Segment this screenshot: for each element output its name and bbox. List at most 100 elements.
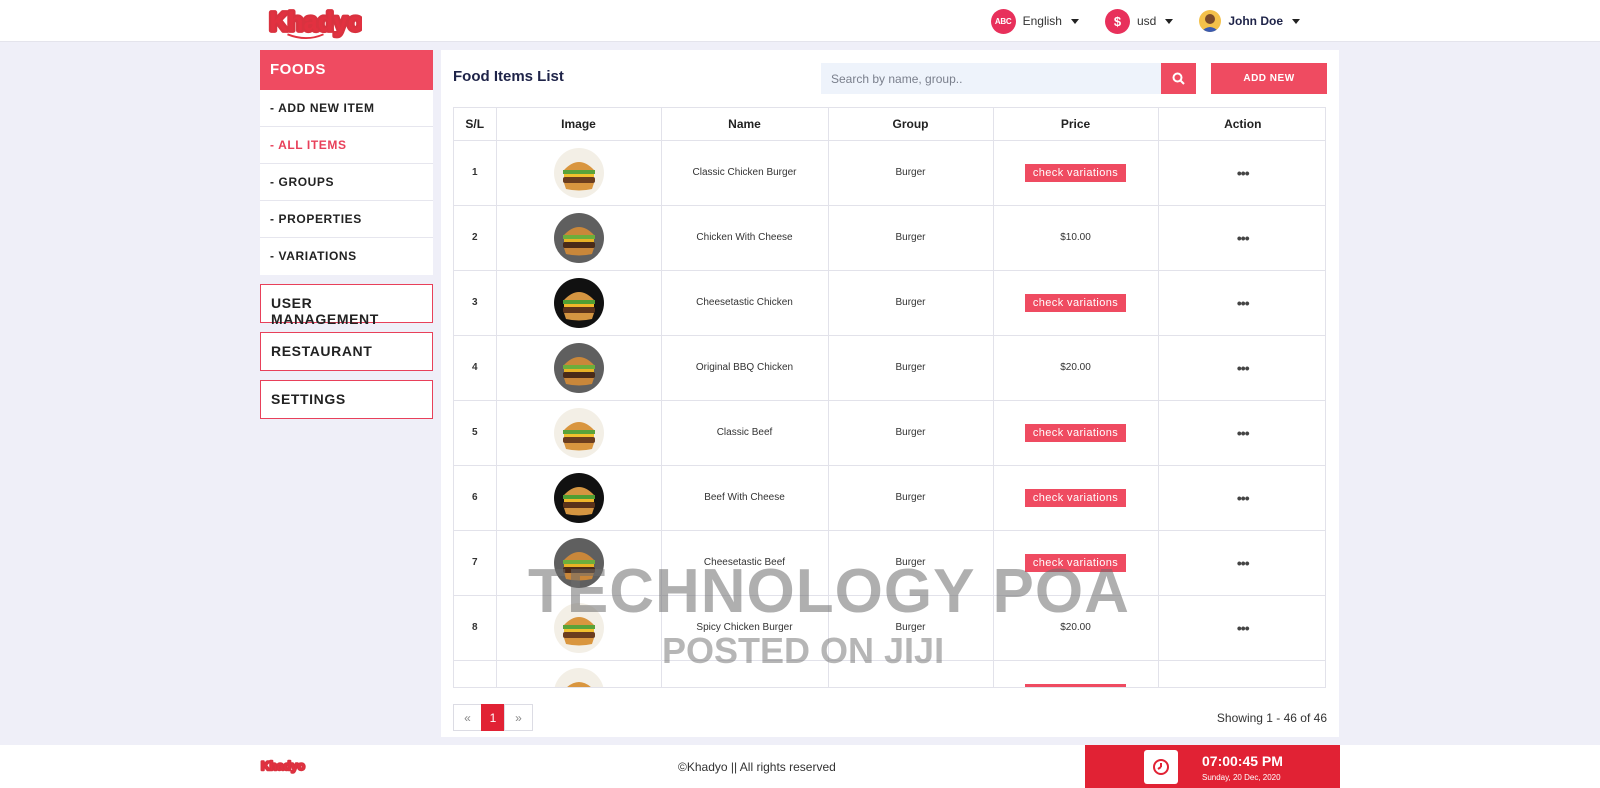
currency-icon: $: [1104, 8, 1130, 34]
language-dropdown[interactable]: ABC English: [990, 8, 1079, 34]
search-button[interactable]: [1161, 63, 1196, 94]
chevron-down-icon: [1292, 18, 1300, 24]
row-group: Burger: [828, 140, 994, 206]
sidebar-item-all-items[interactable]: - ALL ITEMS: [260, 127, 433, 164]
table-body: 1 Classic Chicken Burger Burger check varia…: [454, 140, 1325, 688]
row-name: Cheesetastic Beef: [661, 530, 829, 596]
row-image-cell: [496, 595, 662, 661]
footer-logo: Khadyo Khadyo: [260, 758, 306, 774]
sidebar-item-add-new-item[interactable]: - ADD NEW ITEM: [260, 90, 433, 127]
clock-icon: [1144, 750, 1178, 784]
table-row: 3 Cheesetastic Chicken Burger check variati…: [454, 270, 1325, 336]
column-header-price: Price: [993, 108, 1159, 141]
row-group: Burger: [828, 530, 994, 596]
page-1-button[interactable]: 1: [481, 704, 505, 731]
row-group: Burger: [828, 595, 994, 661]
copyright-text: ©Khadyo || All rights reserved: [678, 760, 836, 774]
search-input[interactable]: [821, 63, 1163, 94]
sidebar-section-user-management[interactable]: USER MANAGEMENT: [260, 284, 433, 327]
row-price-cell: check variations: [993, 270, 1159, 336]
top-bar: Khadyo Khadyo ABC English $ usd John Doe: [0, 0, 1600, 42]
row-image-cell: [496, 335, 662, 401]
row-price-cell: check variations: [993, 400, 1159, 466]
row-group: Burger: [828, 205, 994, 271]
check-variations-button[interactable]: check variations: [1024, 553, 1127, 572]
sidebar-item-properties[interactable]: - PROPERTIES: [260, 201, 433, 238]
table-row: 2 Chicken With Cheese Burger $10.00 •••: [454, 205, 1325, 271]
food-image: [553, 537, 604, 588]
row-serial: 3: [454, 270, 497, 336]
row-price-cell: check variations: [993, 140, 1159, 206]
row-group: Burger: [828, 660, 994, 687]
avatar: [1199, 10, 1222, 32]
check-variations-button[interactable]: check variations: [1024, 293, 1127, 312]
more-actions-icon[interactable]: •••: [1237, 620, 1250, 636]
row-image-cell: [496, 400, 662, 466]
previous-page-button[interactable]: «: [453, 704, 482, 731]
check-variations-button[interactable]: check variations: [1024, 488, 1127, 507]
more-actions-icon[interactable]: •••: [1237, 360, 1250, 376]
top-navigation: ABC English $ usd John Doe: [990, 8, 1300, 34]
showing-count: Showing 1 - 46 of 46: [1216, 711, 1327, 725]
row-group: Burger: [828, 465, 994, 531]
svg-text:Khadyo: Khadyo: [261, 759, 305, 773]
row-price-cell: check variations: [993, 465, 1159, 531]
sidebar-section-settings[interactable]: SETTINGS: [260, 380, 433, 419]
row-image-cell: [496, 270, 662, 336]
row-group: Burger: [828, 400, 994, 466]
table-row: 7 Cheesetastic Beef Burger check variations…: [454, 530, 1325, 596]
row-name: Classic Chicken Burger: [661, 140, 829, 206]
row-serial: 4: [454, 335, 497, 401]
row-name: Spicy Chicken Burger: [661, 595, 829, 661]
table-row: 4 Original BBQ Chicken Burger $20.00 •••: [454, 335, 1325, 401]
row-serial: 2: [454, 205, 497, 271]
row-serial: 6: [454, 465, 497, 531]
currency-label: usd: [1136, 14, 1157, 28]
sidebar-item-groups[interactable]: - GROUPS: [260, 164, 433, 201]
price-value: $10.00: [1060, 232, 1091, 243]
row-action-cell: •••: [1158, 595, 1325, 661]
row-price-cell: check variations: [993, 660, 1159, 687]
more-actions-icon[interactable]: •••: [1237, 295, 1250, 311]
sidebar-section-restaurant[interactable]: RESTAURANT: [260, 332, 433, 371]
row-price-cell: check variations: [993, 530, 1159, 596]
row-price-cell: $20.00: [993, 595, 1159, 661]
more-actions-icon[interactable]: •••: [1237, 555, 1250, 571]
row-serial: 7: [454, 530, 497, 596]
svg-text:Khadyo: Khadyo: [269, 9, 362, 37]
khadyo-logo[interactable]: Khadyo Khadyo: [266, 4, 362, 40]
row-image-cell: [496, 660, 662, 687]
row-image-cell: [496, 140, 662, 206]
check-variations-button[interactable]: check variations: [1024, 423, 1127, 442]
user-menu[interactable]: John Doe: [1199, 10, 1300, 32]
row-image-cell: [496, 530, 662, 596]
sidebar-section-foods[interactable]: FOODS: [260, 50, 433, 90]
currency-dropdown[interactable]: $ usd: [1104, 8, 1174, 34]
row-serial: 8: [454, 595, 497, 661]
row-action-cell: •••: [1158, 660, 1325, 688]
row-price-cell: $10.00: [993, 205, 1159, 271]
row-group: Burger: [828, 335, 994, 401]
check-variations-button[interactable]: check variations: [1024, 163, 1127, 182]
check-variations-button[interactable]: check variations: [1024, 683, 1127, 687]
table-row: 5 Classic Beef Burger check variations •••: [454, 400, 1325, 466]
chevron-down-icon: [1070, 18, 1079, 24]
sidebar-item-variations[interactable]: - VARIATIONS: [260, 238, 433, 275]
more-actions-icon[interactable]: •••: [1237, 490, 1250, 506]
row-name: Classic Beef: [661, 400, 829, 466]
more-actions-icon[interactable]: •••: [1237, 685, 1250, 688]
next-page-button[interactable]: »: [504, 704, 533, 731]
row-action-cell: •••: [1158, 140, 1325, 206]
more-actions-icon[interactable]: •••: [1237, 425, 1250, 441]
language-icon: ABC: [990, 8, 1016, 34]
table-row: 8 Spicy Chicken Burger Burger $20.00 •••: [454, 595, 1325, 661]
food-image: [553, 342, 604, 393]
row-group: Burger: [828, 270, 994, 336]
page-title: Food Items List: [453, 68, 564, 85]
more-actions-icon[interactable]: •••: [1237, 165, 1250, 181]
column-header-action: Action: [1158, 108, 1325, 141]
more-actions-icon[interactable]: •••: [1237, 230, 1250, 246]
table-row: 1 Classic Chicken Burger Burger check varia…: [454, 140, 1325, 206]
add-new-button[interactable]: ADD NEW: [1211, 63, 1327, 94]
price-value: $20.00: [1060, 622, 1091, 633]
